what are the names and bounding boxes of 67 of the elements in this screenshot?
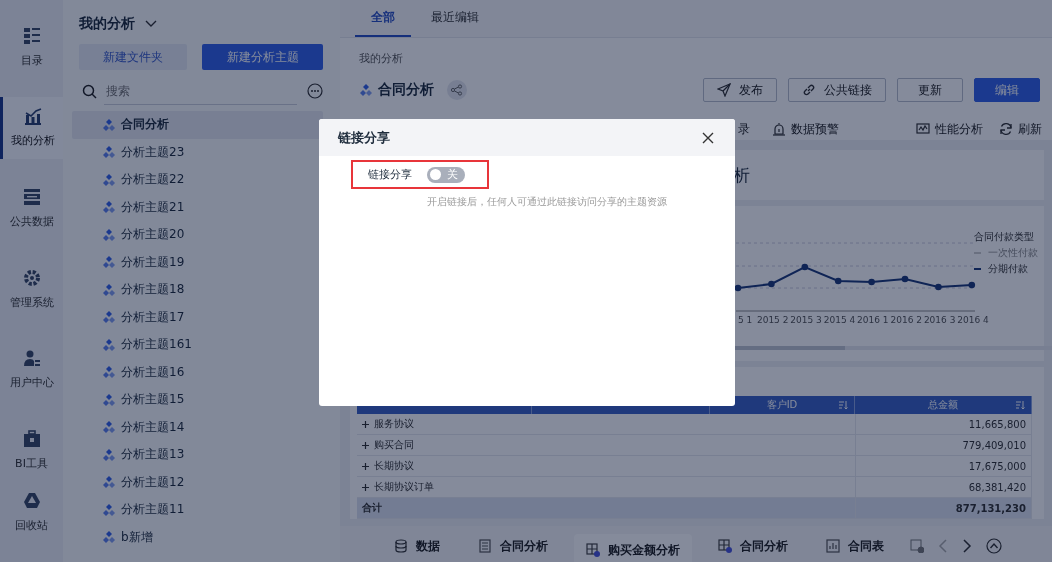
tab[interactable]: 最近编辑 [415, 0, 495, 37]
dialog-title: 链接分享 [338, 128, 390, 147]
toolbar-button[interactable]: 数据预警 [772, 118, 839, 140]
search-field[interactable]: 搜索 [104, 77, 297, 105]
axis-label: 2016 2 [889, 315, 923, 325]
table-cell: 68,381,420 [855, 477, 1032, 497]
topic-item[interactable]: 分析主题20 [72, 221, 323, 249]
topic-item[interactable]: 分析主题22 [72, 166, 323, 194]
sheet-tab[interactable]: 合同分析 [706, 530, 800, 562]
axis-label: 2016 3 [922, 315, 957, 325]
topic-item[interactable]: 分析主题11 [72, 496, 323, 524]
axis-label: 2016 4 [956, 315, 990, 325]
nav-item[interactable]: 我的分析 [0, 96, 63, 160]
toolbar-button[interactable]: 性能分析 [916, 118, 983, 140]
axis-label: 2015 2 [756, 315, 790, 325]
nav-item[interactable]: 用户中心 [0, 338, 63, 401]
topic-item[interactable]: 分析主题16 [72, 358, 323, 386]
new-topic-button[interactable]: 新建分析主题 [202, 44, 323, 70]
table-cell[interactable]: 购买合同 [357, 435, 855, 455]
topic-item[interactable]: 分析主题19 [72, 248, 323, 276]
topic-item[interactable]: 分析主题13 [72, 441, 323, 469]
nav-item[interactable]: 管理系统 [0, 257, 63, 321]
toolbar-button[interactable]: 刷新 [999, 118, 1042, 140]
action-button[interactable]: 更新 [897, 78, 963, 102]
legend-item[interactable]: 分期付款 [974, 262, 1038, 276]
toolbar-button[interactable]: 录 [738, 118, 750, 140]
action-button[interactable]: 公共链接 [788, 78, 886, 102]
topic-item[interactable]: 分析主题18 [72, 276, 323, 304]
topic-item[interactable]: 分析主题23 [72, 138, 323, 166]
axis-label: 2015 4 [822, 315, 857, 325]
sheet-tab[interactable]: 合同分析 [466, 530, 560, 562]
topic-item[interactable]: 分析主题14 [72, 413, 323, 441]
axis-label: 5 1 [738, 315, 754, 325]
page-title: 合同分析 [378, 81, 434, 99]
panel-title: 我的分析 [79, 15, 135, 33]
sheet-tab[interactable]: 数据 [382, 530, 452, 562]
axis-label: 2015 3 [789, 315, 823, 325]
column-header[interactable]: 总金额 [855, 396, 1032, 414]
table-cell[interactable]: 服务协议 [357, 414, 855, 434]
nav-item[interactable]: 目录 [0, 16, 63, 79]
table-cell[interactable]: 长期协议订单 [357, 477, 855, 497]
action-button[interactable]: 编辑 [974, 78, 1040, 102]
table-cell-text: 合计 [361, 501, 383, 515]
topic-item[interactable]: 分析主题17 [72, 303, 323, 331]
nav-item[interactable]: BI工具 [0, 418, 63, 482]
sheet-tab[interactable]: 合同表 [814, 530, 896, 562]
legend-title: 合同付款类型 [974, 230, 1035, 244]
new-folder-button[interactable]: 新建文件夹 [79, 44, 188, 70]
topic-item[interactable]: b新增 [72, 523, 323, 551]
nav-item[interactable]: 公共数据 [0, 177, 63, 240]
table-cell: 17,675,000 [855, 456, 1032, 476]
hint-text: 开启链接后，任何人可通过此链接访问分享的主题资源 [427, 195, 668, 209]
topic-item[interactable]: 分析主题161 [72, 331, 323, 359]
toggle-label: 链接分享 [368, 167, 412, 182]
table-cell: 11,665,800 [855, 414, 1032, 434]
nav-item[interactable]: 回收站 [0, 481, 63, 545]
topic-item[interactable]: 分析主题12 [72, 468, 323, 496]
sheet-tab[interactable]: 购买金额分析 [574, 534, 692, 562]
table-cell[interactable]: 长期协议 [357, 456, 855, 476]
topic-item[interactable]: 分析主题15 [72, 386, 323, 414]
topic-item[interactable]: 分析主题21 [72, 193, 323, 221]
action-button[interactable]: 发布 [703, 78, 777, 102]
table-cell: 877,131,230 [855, 498, 1032, 518]
table-cell: 779,409,010 [855, 435, 1032, 455]
topic-item[interactable]: 合同分析 [72, 111, 323, 139]
breadcrumb[interactable]: 我的分析 [340, 38, 403, 67]
axis-label: 2016 1 [856, 315, 890, 325]
